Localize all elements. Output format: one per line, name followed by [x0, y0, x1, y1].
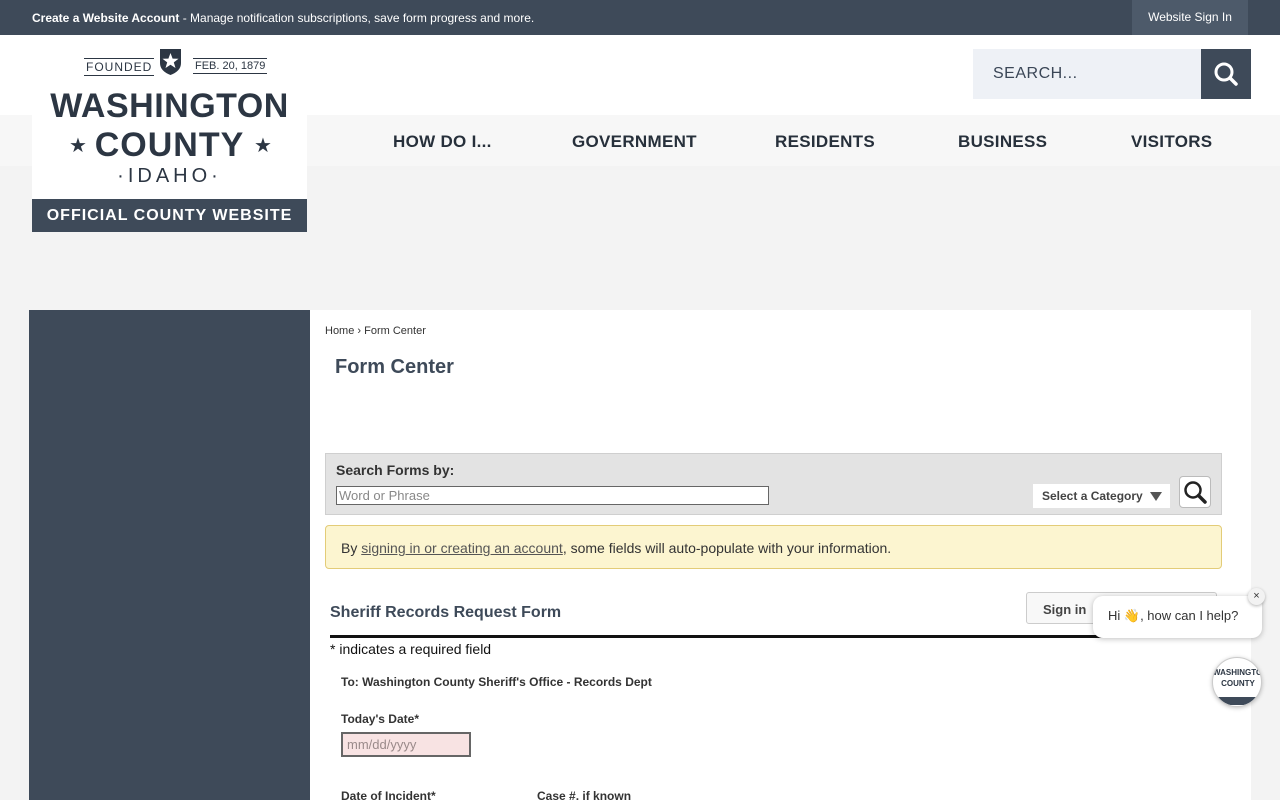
- nav-item-visitors[interactable]: VISITORS: [1131, 132, 1212, 152]
- form-title: Sheriff Records Request Form: [330, 604, 562, 621]
- page-title: Form Center: [335, 356, 454, 378]
- forms-search-input[interactable]: [336, 486, 769, 505]
- logo-washington: WASHINGTON: [50, 87, 289, 125]
- magnifier-icon: [1184, 481, 1207, 504]
- breadcrumb: Home › Form Center: [325, 325, 426, 337]
- county-logo[interactable]: FOUNDED FEB. 20, 1879 WASHINGTON ★ COUNT…: [32, 35, 307, 232]
- create-account-link[interactable]: Create a Website Account - Manage notifi…: [32, 11, 534, 25]
- chevron-down-icon: [1150, 492, 1162, 501]
- notice-prefix: By: [341, 540, 362, 556]
- forms-search-button[interactable]: [1179, 476, 1211, 508]
- form-recipient: To: Washington County Sheriff's Office -…: [341, 675, 652, 689]
- form-divider: [330, 635, 1220, 638]
- top-bar: Create a Website Account - Manage notifi…: [0, 0, 1280, 35]
- create-account-label[interactable]: Create a Website Account: [32, 11, 179, 25]
- breadcrumb-separator: ›: [354, 325, 365, 337]
- website-sign-in-button[interactable]: Website Sign In: [1132, 0, 1248, 35]
- chat-avatar-line1: WASHINGTON: [1213, 668, 1262, 677]
- site-search-input[interactable]: [973, 49, 1201, 99]
- chat-avatar-line2: COUNTY: [1221, 679, 1255, 688]
- breadcrumb-current[interactable]: Form Center: [364, 325, 426, 337]
- create-account-description: - Manage notification subscriptions, sav…: [179, 11, 535, 25]
- notice-suffix: , some fields will auto-populate with yo…: [562, 540, 892, 556]
- nav-item-residents[interactable]: RESIDENTS: [775, 132, 875, 152]
- category-select-label: Select a Category: [1042, 489, 1143, 503]
- site-search: [973, 49, 1201, 99]
- site-search-button[interactable]: [1201, 49, 1251, 99]
- chat-avatar-band: [1213, 697, 1261, 705]
- search-forms-panel: Search Forms by: Select a Category: [325, 453, 1222, 515]
- case-number-label: Case #, if known: [537, 789, 632, 800]
- logo-founded: FOUNDED: [84, 58, 155, 76]
- star-badge-icon: [160, 49, 181, 75]
- nav-item-how-do-i[interactable]: HOW DO I...: [393, 132, 492, 152]
- notice-sign-in-link[interactable]: signing in or creating an account: [361, 540, 563, 556]
- chat-bubble[interactable]: Hi 👋, how can I help?: [1093, 596, 1262, 638]
- category-select[interactable]: Select a Category: [1033, 484, 1170, 508]
- sidebar: [29, 310, 310, 800]
- nav-item-government[interactable]: GOVERNMENT: [572, 132, 697, 152]
- close-icon[interactable]: ×: [1248, 588, 1265, 605]
- logo-star-right: ★: [254, 135, 272, 157]
- incident-date-label: Date of Incident*: [341, 789, 436, 800]
- search-icon: [1214, 62, 1238, 86]
- required-note: * indicates a required field: [330, 641, 492, 657]
- logo-idaho: ·IDAHO·: [117, 165, 222, 187]
- nav-item-business[interactable]: BUSINESS: [958, 132, 1047, 152]
- logo-tagline: OFFICIAL COUNTY WEBSITE: [32, 199, 307, 232]
- chat-avatar-button[interactable]: WASHINGTON COUNTY: [1212, 657, 1262, 707]
- todays-date-label: Today's Date*: [341, 712, 419, 726]
- search-forms-label: Search Forms by:: [336, 462, 455, 478]
- logo-date: FEB. 20, 1879: [193, 58, 268, 74]
- sign-in-notice: By signing in or creating an account, so…: [325, 525, 1222, 569]
- todays-date-field[interactable]: [341, 732, 471, 757]
- breadcrumb-home[interactable]: Home: [325, 325, 354, 337]
